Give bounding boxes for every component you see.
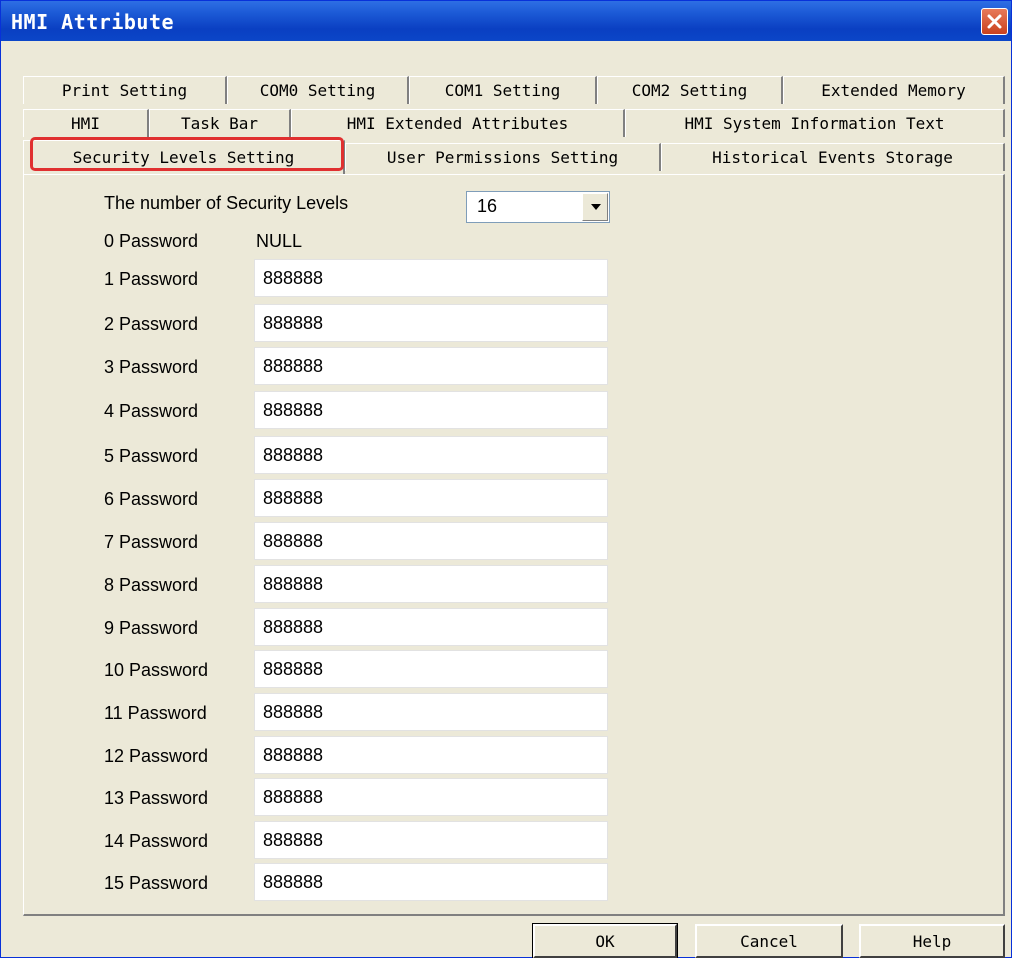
password-6-label: 6 Password <box>104 489 199 509</box>
chevron-down-icon <box>591 204 601 210</box>
password-14-label: 14 Password <box>104 831 209 851</box>
tab-print-setting[interactable]: Print Setting <box>23 76 227 104</box>
password-12-label: 12 Password <box>104 746 209 766</box>
title-bar[interactable]: HMI Attribute <box>1 1 1011 41</box>
close-icon <box>987 14 1002 29</box>
password-3-input[interactable] <box>254 347 608 385</box>
password-11-input[interactable] <box>254 693 608 731</box>
ok-button[interactable]: OK <box>532 923 678 958</box>
password-11-label: 11 Password <box>104 703 207 723</box>
password-10-label: 10 Password <box>104 660 209 680</box>
security-levels-label: The number of Security Levels <box>104 193 349 213</box>
password-5-input[interactable] <box>254 436 608 474</box>
tab-hmi[interactable]: HMI <box>23 109 149 137</box>
password-12-input[interactable] <box>254 736 608 774</box>
password-0-label: 0 Password <box>104 231 199 251</box>
password-2-input[interactable] <box>254 304 608 342</box>
password-15-input[interactable] <box>254 863 608 901</box>
password-3-label: 3 Password <box>104 357 199 377</box>
security-levels-dropdown[interactable]: 16 <box>466 191 610 223</box>
password-8-label: 8 Password <box>104 575 199 595</box>
window-title: HMI Attribute <box>11 10 175 34</box>
tab-com0-setting[interactable]: COM0 Setting <box>227 76 409 104</box>
close-button[interactable] <box>981 8 1008 35</box>
password-9-label: 9 Password <box>104 618 199 638</box>
tab-security-levels-setting[interactable]: Security Levels Setting <box>23 140 345 174</box>
tab-user-permissions-setting[interactable]: User Permissions Setting <box>345 143 661 171</box>
password-9-input[interactable] <box>254 608 608 646</box>
tab-com1-setting[interactable]: COM1 Setting <box>409 76 597 104</box>
tab-hmi-system-information-text[interactable]: HMI System Information Text <box>625 109 1005 137</box>
tab-task-bar[interactable]: Task Bar <box>149 109 291 137</box>
password-14-input[interactable] <box>254 821 608 859</box>
password-0-value: NULL <box>256 231 303 251</box>
password-1-label: 1 Password <box>104 269 199 289</box>
tab-historical-events-storage[interactable]: Historical Events Storage <box>661 143 1005 171</box>
password-2-label: 2 Password <box>104 314 199 334</box>
tab-extended-memory[interactable]: Extended Memory <box>783 76 1005 104</box>
password-8-input[interactable] <box>254 565 608 603</box>
password-4-label: 4 Password <box>104 401 199 421</box>
security-levels-value: 16 <box>477 196 498 216</box>
tab-hmi-extended-attributes[interactable]: HMI Extended Attributes <box>291 109 625 137</box>
dropdown-arrow-button[interactable] <box>582 193 608 221</box>
help-button[interactable]: Help <box>859 924 1005 958</box>
password-5-label: 5 Password <box>104 446 199 466</box>
password-6-input[interactable] <box>254 479 608 517</box>
password-1-input[interactable] <box>254 259 608 297</box>
password-15-label: 15 Password <box>104 873 209 893</box>
dialog-window: HMI Attribute Print Setting COM0 Setting… <box>0 0 1012 958</box>
cancel-button[interactable]: Cancel <box>695 924 843 958</box>
tab-com2-setting[interactable]: COM2 Setting <box>597 76 783 104</box>
password-7-label: 7 Password <box>104 532 199 552</box>
password-7-input[interactable] <box>254 522 608 560</box>
password-4-input[interactable] <box>254 391 608 429</box>
password-10-input[interactable] <box>254 650 608 688</box>
password-13-input[interactable] <box>254 778 608 816</box>
password-13-label: 13 Password <box>104 788 209 808</box>
